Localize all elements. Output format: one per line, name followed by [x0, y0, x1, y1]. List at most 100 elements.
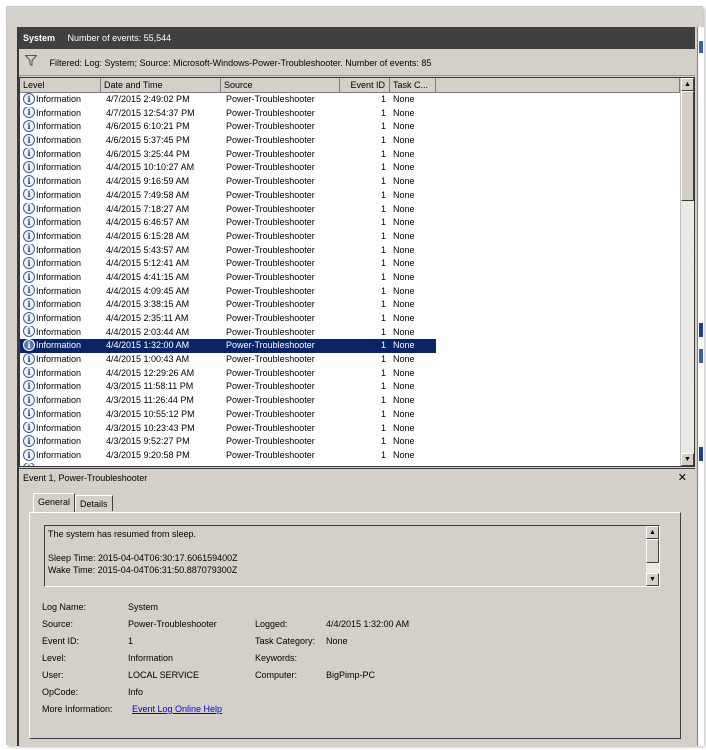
event-row[interactable]: i Information 4/6/2015 6:10:21 PM Power-Tro…: [20, 120, 436, 134]
level-cell: i Information: [23, 298, 101, 312]
source-cell: Power-Troubleshooter: [226, 216, 340, 230]
column-header-source[interactable]: Source: [221, 78, 340, 92]
grid-vertical-scrollbar[interactable]: ▲ ▼: [680, 78, 694, 466]
event-id-cell: 1: [340, 380, 386, 394]
level-cell: i Information: [23, 175, 101, 189]
event-log-online-help-link[interactable]: Event Log Online Help: [132, 701, 222, 718]
message-scroll-down-button[interactable]: ▼: [646, 573, 659, 586]
date-time-cell-text: 4/7/2015 12:54:37 PM: [106, 107, 195, 118]
date-time-cell-text: 4/4/2015 6:46:57 AM: [106, 217, 190, 228]
source-cell-text: Power-Troubleshooter: [226, 121, 315, 132]
date-time-cell: 4/4/2015 4:41:15 AM: [106, 271, 221, 285]
event-row[interactable]: i Information 4/4/2015 6:46:57 AM Power-Tro…: [20, 216, 436, 230]
message-line: Sleep Time: 2015-04-04T06:30:17.60615940…: [48, 553, 238, 563]
level-cell: i Information: [23, 120, 101, 134]
event-id-cell-text: 1: [380, 244, 386, 255]
column-header-date-time[interactable]: Date and Time: [101, 78, 221, 92]
event-row[interactable]: i Information 4/4/2015 1:32:00 AM Power-Tro…: [20, 339, 436, 354]
event-row[interactable]: i Information 4/4/2015 7:18:27 AM Power-Tro…: [20, 202, 436, 217]
tab-details[interactable]: Details: [75, 495, 113, 511]
actions-pane-item-fragment: [699, 323, 703, 337]
events-grid: Level Date and Time Source Event ID Task…: [19, 77, 695, 467]
date-time-cell-text: 4/3/2015 10:55:12 PM: [106, 408, 195, 419]
event-row[interactable]: i Information 4/4/2015 10:10:27 AM Power-Tr…: [20, 161, 436, 175]
date-time-cell-text: 4/4/2015 9:16:59 AM: [106, 176, 190, 187]
date-time-cell-text: 4/4/2015 6:15:28 AM: [106, 230, 190, 241]
message-scroll-up-button[interactable]: ▲: [646, 526, 659, 539]
source-cell: Power-Troubleshooter: [226, 312, 340, 326]
level-cell-text: Information: [36, 94, 82, 104]
event-row[interactable]: i Information 4/4/2015 1:00:43 AM Power-Tro…: [20, 353, 436, 367]
task-category-cell: None: [393, 312, 436, 326]
event-id-cell-text: 1: [380, 326, 386, 337]
event-id-cell: 1: [340, 120, 386, 134]
event-row[interactable]: i Information 4/4/2015 2:35:11 AM Power-Tro…: [20, 312, 436, 326]
level-cell: i Information: [23, 421, 101, 436]
event-row[interactable]: i Information 4/4/2015 5:12:41 AM Power-Tro…: [20, 257, 436, 271]
column-header-task-category[interactable]: Task C...: [390, 78, 436, 92]
source-cell-text: Power-Troubleshooter: [226, 258, 315, 269]
event-row[interactable]: i Information 4/7/2015 12:54:37 PM Power-Tr…: [20, 106, 436, 121]
level-cell: i Information: [23, 284, 101, 299]
level-cell: i: [23, 462, 101, 466]
scroll-down-button[interactable]: ▼: [681, 453, 694, 466]
event-row[interactable]: i Information 4/3/2015 10:23:43 PM Power-Tr…: [20, 421, 436, 436]
event-row[interactable]: i Information 4/4/2015 5:43:57 AM Power-Tro…: [20, 243, 436, 258]
event-row[interactable]: i Information 4/4/2015 9:16:59 AM Power-Tro…: [20, 175, 436, 189]
level-cell-text: Information: [36, 381, 82, 392]
event-message-box[interactable]: The system has resumed from sleep. Sleep…: [44, 525, 660, 587]
event-row[interactable]: i Information 4/3/2015 11:58:11 PM Power-Tr…: [20, 380, 436, 394]
event-id-cell: 1: [340, 353, 386, 367]
event-row[interactable]: i Information 4/4/2015 12:29:26 AM Power-Tr…: [20, 366, 436, 381]
task-category-cell-text: None: [393, 449, 415, 460]
source-label: Source:: [42, 619, 74, 629]
column-header-event-id[interactable]: Event ID: [340, 78, 390, 92]
source-cell: Power-Troubleshooter: [226, 230, 340, 244]
message-scrollbar[interactable]: ▲ ▼: [646, 526, 659, 586]
event-id-cell: 1: [340, 367, 386, 381]
level-cell-text: Information: [36, 340, 82, 351]
event-row[interactable]: i Information 4/3/2015 10:55:12 PM Power-Tr…: [20, 407, 436, 422]
event-row-partial[interactable]: i: [20, 462, 436, 466]
level-cell-text: Information: [36, 121, 82, 132]
source-cell-text: Power-Troubleshooter: [226, 94, 315, 104]
task-category-cell: None: [393, 285, 436, 299]
event-row[interactable]: i Information 4/3/2015 11:26:44 PM Power-Tr…: [20, 394, 436, 408]
event-row[interactable]: i Information 4/4/2015 4:09:45 AM Power-Tro…: [20, 284, 436, 299]
source-cell: Power-Troubleshooter: [226, 285, 340, 299]
task-category-cell: None: [393, 161, 436, 175]
event-row[interactable]: i Information 4/4/2015 7:49:58 AM Power-Tro…: [20, 188, 436, 203]
event-id-cell-text: 1: [380, 449, 386, 460]
tab-general[interactable]: General: [33, 493, 76, 512]
event-row[interactable]: i Information 4/4/2015 3:38:15 AM Power-Tro…: [20, 298, 436, 312]
date-time-cell: 4/4/2015 5:12:41 AM: [106, 257, 221, 271]
source-cell: Power-Troubleshooter: [226, 326, 340, 340]
column-header-filler: [436, 78, 680, 92]
event-row[interactable]: i Information 4/4/2015 2:03:44 AM Power-Tro…: [20, 325, 436, 340]
event-row[interactable]: i Information 4/4/2015 4:41:15 AM Power-Tro…: [20, 270, 436, 285]
event-row[interactable]: i Information 4/6/2015 3:25:44 PM Power-Tro…: [20, 147, 436, 162]
scroll-up-button[interactable]: ▲: [681, 78, 694, 91]
message-scroll-thumb[interactable]: [646, 539, 659, 563]
level-cell-text: Information: [36, 135, 82, 146]
close-icon[interactable]: ✕: [678, 471, 687, 484]
event-viewer-window: System Number of events: 55,544 Filtered…: [6, 6, 704, 747]
task-category-cell-text: None: [393, 299, 415, 310]
level-cell-text: Information: [36, 408, 82, 419]
actions-pane-edge: [697, 27, 704, 746]
event-row[interactable]: i Information 4/3/2015 9:52:27 PM Power-Tro…: [20, 435, 436, 449]
scroll-thumb[interactable]: [681, 91, 694, 201]
event-row[interactable]: i Information 4/3/2015 9:20:58 PM Power-Tro…: [20, 448, 436, 463]
column-header-level[interactable]: Level: [20, 78, 101, 92]
event-row[interactable]: i Information 4/4/2015 6:15:28 AM Power-Tro…: [20, 229, 436, 244]
task-category-cell-text: None: [393, 436, 415, 447]
task-category-cell: None: [393, 93, 436, 107]
event-id-cell: 1: [340, 230, 386, 244]
event-row[interactable]: i Information 4/6/2015 5:37:45 PM Power-Tro…: [20, 134, 436, 148]
information-icon: i: [23, 216, 35, 228]
task-category-cell-text: None: [393, 422, 415, 433]
level-cell: i Information: [23, 134, 101, 148]
information-icon: i: [23, 462, 35, 466]
event-row[interactable]: i Information 4/7/2015 2:49:02 PM Power-Tro…: [20, 93, 436, 107]
task-category-cell: None: [393, 422, 436, 436]
